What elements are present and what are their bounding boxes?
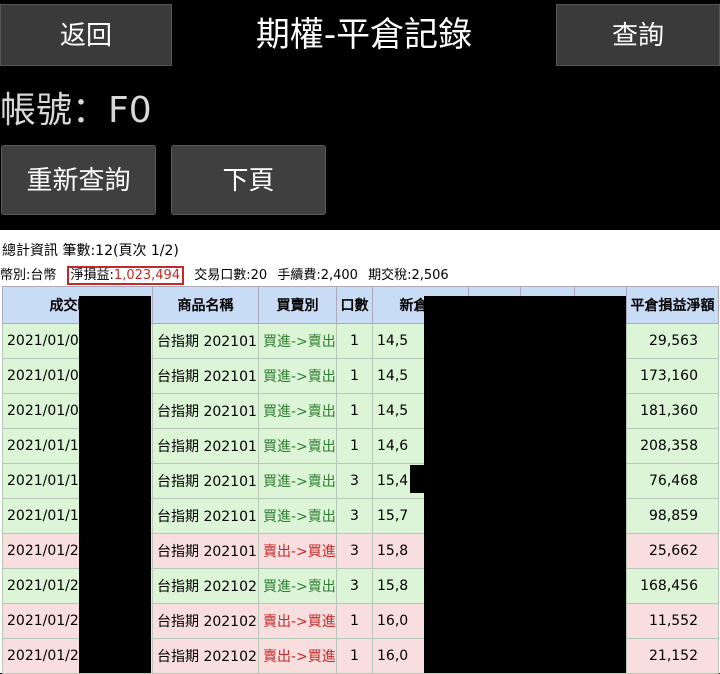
qty-cell: 3 [336, 533, 373, 569]
currency-label: 幣別:台幣 [0, 268, 57, 283]
page-title: 期權-平倉記錄 [255, 15, 473, 55]
query-button[interactable]: 查詢 [556, 4, 720, 66]
side-cell: 賣出->買進 [258, 533, 337, 569]
side-cell: 賣出->買進 [258, 638, 337, 674]
redaction-block [424, 296, 626, 673]
qty-cell: 1 [336, 428, 373, 464]
side-cell: 買進->賣出 [258, 463, 337, 499]
qty-cell: 1 [336, 358, 373, 394]
qty-cell: 3 [336, 568, 373, 604]
product-cell: 台指期 202101 [152, 358, 259, 394]
product-cell: 台指期 202101 [152, 498, 259, 534]
summary-info: 總計資訊 筆數:12(頁次 1/2) [2, 243, 179, 259]
side-cell: 買進->賣出 [258, 498, 337, 534]
product-cell: 台指期 202101 [152, 428, 259, 464]
col-header: 買賣別 [258, 286, 337, 324]
qty-cell: 1 [336, 638, 373, 674]
product-cell: 台指期 202102 [152, 603, 259, 639]
trade-volume: 交易口數:20 [194, 268, 268, 283]
side-cell: 買進->賣出 [258, 568, 337, 604]
side-cell: 買進->賣出 [258, 323, 337, 359]
col-header: 平倉損益淨額 [626, 286, 719, 324]
pnl-cell: 181,360 [626, 393, 719, 429]
product-cell: 台指期 202101 [152, 533, 259, 569]
pnl-cell: 29,563 [626, 323, 719, 359]
pnl-cell: 11,552 [626, 603, 719, 639]
qty-cell: 1 [336, 393, 373, 429]
net-pnl-value: 1,023,494 [113, 268, 181, 283]
net-pnl-label: 淨損益: [70, 268, 114, 283]
pnl-cell: 168,456 [626, 568, 719, 604]
pnl-cell: 173,160 [626, 358, 719, 394]
tax-total: 期交稅:2,506 [368, 268, 449, 283]
back-button[interactable]: 返回 [0, 4, 172, 66]
net-pnl-box: 淨損益:1,023,494 [66, 266, 185, 285]
col-header: 商品名稱 [152, 286, 259, 324]
product-cell: 台指期 202101 [152, 323, 259, 359]
product-cell: 台指期 202102 [152, 638, 259, 674]
side-cell: 買進->賣出 [258, 358, 337, 394]
qty-cell: 1 [336, 603, 373, 639]
product-cell: 台指期 202101 [152, 393, 259, 429]
col-header: 口數 [336, 286, 373, 324]
qty-cell: 3 [336, 498, 373, 534]
product-cell: 台指期 202101 [152, 463, 259, 499]
product-cell: 台指期 202102 [152, 568, 259, 604]
side-cell: 買進->賣出 [258, 393, 337, 429]
pnl-cell: 76,468 [626, 463, 719, 499]
side-cell: 賣出->買進 [258, 603, 337, 639]
qty-cell: 1 [336, 323, 373, 359]
side-cell: 買進->賣出 [258, 428, 337, 464]
fee-total: 手續費:2,400 [277, 268, 358, 283]
pnl-cell: 208,358 [626, 428, 719, 464]
pnl-cell: 98,859 [626, 498, 719, 534]
pnl-cell: 25,662 [626, 533, 719, 569]
redaction-block [410, 465, 426, 493]
summary-stats: 幣別:台幣 淨損益:1,023,494 交易口數:20 手續費:2,400 期交… [0, 264, 455, 285]
app-header: 返回 期權-平倉記錄 查詢 [0, 0, 720, 70]
qty-cell: 3 [336, 463, 373, 499]
requery-button[interactable]: 重新查詢 [1, 145, 156, 215]
redaction-block [79, 296, 151, 673]
account-label: 帳號：F0 [0, 90, 152, 131]
pnl-cell: 21,152 [626, 638, 719, 674]
next-page-button[interactable]: 下頁 [171, 145, 326, 215]
